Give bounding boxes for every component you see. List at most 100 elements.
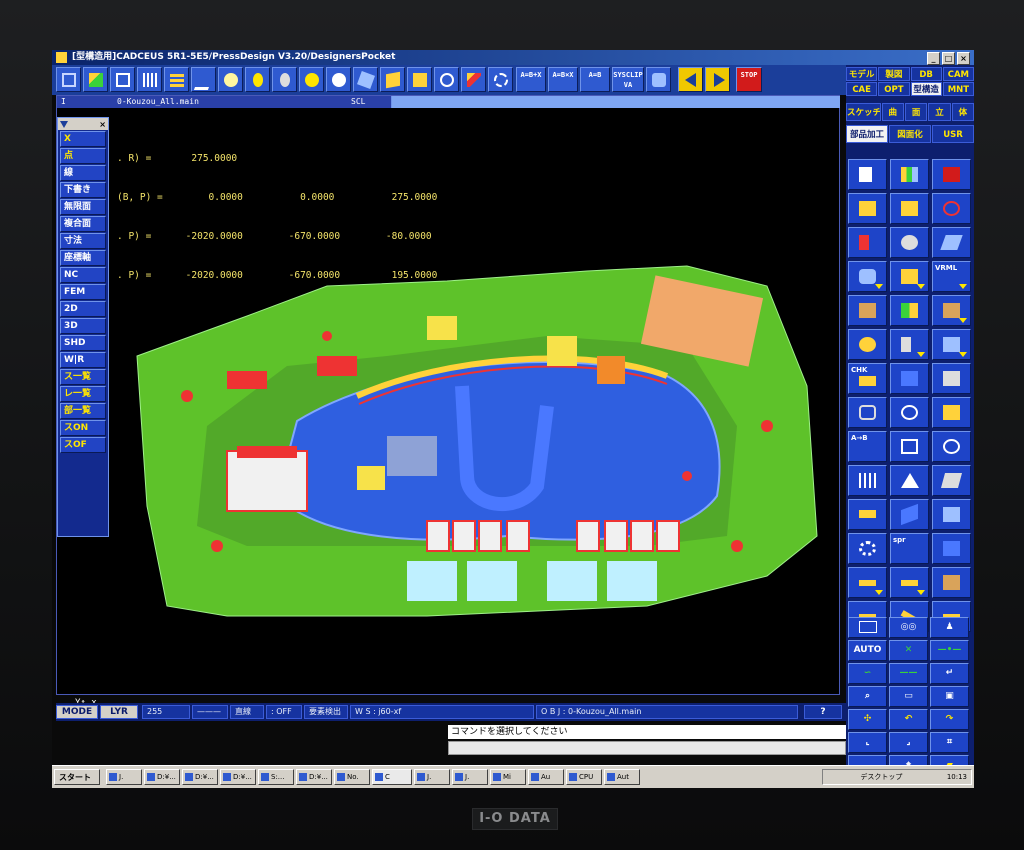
tab-cam[interactable]: CAM bbox=[942, 67, 974, 81]
tab-curve[interactable]: 曲 bbox=[881, 103, 904, 121]
line-mode[interactable]: 直線 bbox=[230, 705, 264, 719]
menu-item-point[interactable]: 点 bbox=[60, 148, 106, 164]
stop-button[interactable]: STOP bbox=[736, 67, 762, 92]
desktop-toolbar-label[interactable]: デスクトップ bbox=[860, 773, 902, 781]
plates-icon[interactable] bbox=[848, 567, 887, 598]
shapes-icon[interactable] bbox=[83, 67, 108, 92]
menu-item-wireframe[interactable]: W|R bbox=[60, 352, 106, 368]
view-icon[interactable] bbox=[353, 67, 378, 92]
tab-cae[interactable]: CAE bbox=[846, 82, 878, 96]
book-icon[interactable] bbox=[932, 363, 971, 394]
cube-icon[interactable] bbox=[380, 67, 405, 92]
view-control-icon[interactable] bbox=[646, 67, 671, 92]
taskbar-item[interactable]: Aut bbox=[604, 769, 640, 785]
offset-icon[interactable] bbox=[932, 431, 971, 462]
open-folder-icon[interactable] bbox=[848, 193, 887, 224]
grid-icon[interactable] bbox=[137, 67, 162, 92]
taskbar-item[interactable]: D:¥... bbox=[220, 769, 256, 785]
blocks-icon[interactable] bbox=[932, 295, 971, 326]
tab-drawing[interactable]: 図面化 bbox=[889, 125, 931, 143]
lights-icon[interactable] bbox=[326, 67, 351, 92]
menu-item-shd[interactable]: SHD bbox=[60, 335, 106, 351]
close-button[interactable]: × bbox=[957, 52, 970, 65]
tab-usr[interactable]: USR bbox=[932, 125, 974, 143]
rotate-left-icon[interactable]: ↶ bbox=[889, 709, 928, 730]
taskbar-item[interactable]: J. bbox=[452, 769, 488, 785]
rectangle-icon[interactable] bbox=[848, 617, 887, 638]
taskbar-item[interactable]: D:¥... bbox=[182, 769, 218, 785]
menu-item-fem[interactable]: FEM bbox=[60, 284, 106, 300]
cube-blue-icon[interactable] bbox=[890, 363, 929, 394]
plates-stack-icon[interactable] bbox=[890, 567, 929, 598]
bar-graph-icon[interactable] bbox=[890, 159, 929, 190]
cylinder-icon[interactable] bbox=[848, 397, 887, 428]
lightbulb-on-icon[interactable] bbox=[245, 67, 270, 92]
new-document-icon[interactable] bbox=[848, 159, 887, 190]
block-icon[interactable] bbox=[932, 499, 971, 530]
rotate-right-icon[interactable]: ↷ bbox=[930, 709, 969, 730]
menu-item-s-on[interactable]: スON bbox=[60, 420, 106, 436]
tool-icon[interactable] bbox=[890, 329, 929, 360]
clock-icon[interactable] bbox=[434, 67, 459, 92]
cross-lines-icon[interactable]: ✕ bbox=[889, 640, 928, 661]
square-icon[interactable] bbox=[407, 67, 432, 92]
maximize-button[interactable]: □ bbox=[942, 52, 955, 65]
close-icon[interactable]: × bbox=[99, 120, 106, 129]
measure-icon[interactable] bbox=[461, 67, 486, 92]
taskbar-item[interactable]: D:¥... bbox=[144, 769, 180, 785]
transform-icon[interactable] bbox=[191, 67, 216, 92]
horizontal-line-icon[interactable]: —•— bbox=[930, 640, 969, 661]
layers-icon[interactable] bbox=[164, 67, 189, 92]
menu-item-infinite-plane[interactable]: 無限面 bbox=[60, 199, 106, 215]
tab-sketch[interactable]: スケッチ bbox=[846, 103, 881, 121]
primitive-menu-header[interactable]: × bbox=[58, 118, 108, 130]
tab-solid-2[interactable]: 体 bbox=[951, 103, 974, 121]
menu-item-s-off[interactable]: スOF bbox=[60, 437, 106, 453]
triangle-icon[interactable] bbox=[890, 465, 929, 496]
lightbulb-off-icon[interactable] bbox=[272, 67, 297, 92]
axis-xz-icon[interactable]: ⌞ bbox=[848, 732, 887, 753]
taskbar-item[interactable]: CPU bbox=[566, 769, 602, 785]
fit-icon[interactable]: ✣ bbox=[848, 709, 887, 730]
line-type[interactable]: ——— bbox=[192, 705, 228, 719]
box-icon[interactable] bbox=[932, 329, 971, 360]
menu-item-layer-list[interactable]: レ一覧 bbox=[60, 386, 106, 402]
hole-pattern-icon[interactable] bbox=[848, 465, 887, 496]
zoom-icon[interactable]: ⌕ bbox=[848, 686, 887, 707]
link-parts-icon[interactable] bbox=[848, 261, 887, 292]
tab-mnt[interactable]: MNT bbox=[942, 82, 974, 96]
start-button[interactable]: スタート bbox=[54, 769, 100, 785]
filter-icon[interactable] bbox=[60, 120, 68, 128]
glasses-icon[interactable]: ◎◎ bbox=[889, 617, 928, 638]
menu-item-s-list[interactable]: ス一覧 bbox=[60, 369, 106, 385]
taskbar-item[interactable]: J. bbox=[414, 769, 450, 785]
a-eq-b-plus-x-button[interactable]: A=B+X bbox=[516, 67, 546, 92]
menu-item-nc[interactable]: NC bbox=[60, 267, 106, 283]
extract-icon[interactable] bbox=[932, 397, 971, 428]
frame-icon[interactable]: ▭ bbox=[889, 686, 928, 707]
curve-icon[interactable]: ∽ bbox=[848, 663, 887, 684]
person-icon[interactable]: ♟ bbox=[930, 617, 969, 638]
menu-item-coordinate-axis[interactable]: 座標軸 bbox=[60, 250, 106, 266]
line-arrow-icon[interactable]: ↵ bbox=[930, 663, 969, 684]
next-arrow-icon[interactable] bbox=[705, 67, 730, 92]
a-eq-b-times-x-button[interactable]: A=B×X bbox=[548, 67, 578, 92]
gear-icon[interactable] bbox=[848, 533, 887, 564]
section-icon[interactable] bbox=[890, 397, 929, 428]
previous-arrow-icon[interactable] bbox=[678, 67, 703, 92]
taskbar-item[interactable]: J. bbox=[106, 769, 142, 785]
tab-model[interactable]: モデル bbox=[846, 67, 878, 81]
a-eq-b-button[interactable]: A=B bbox=[580, 67, 610, 92]
taskbar-item[interactable]: No. bbox=[334, 769, 370, 785]
menu-item-3d[interactable]: 3D bbox=[60, 318, 106, 334]
minimize-button[interactable]: _ bbox=[927, 52, 940, 65]
leaf-icon[interactable] bbox=[932, 227, 971, 258]
layer-number[interactable]: 255 bbox=[142, 705, 190, 719]
tab-db[interactable]: DB bbox=[910, 67, 942, 81]
element-detect[interactable]: 要素検出 bbox=[304, 705, 348, 719]
check-icon[interactable]: CHK bbox=[848, 363, 887, 394]
folder-icon[interactable] bbox=[890, 193, 929, 224]
spring-icon[interactable]: spr bbox=[890, 533, 929, 564]
menu-item-line[interactable]: 線 bbox=[60, 165, 106, 181]
bulb-icon[interactable] bbox=[218, 67, 243, 92]
